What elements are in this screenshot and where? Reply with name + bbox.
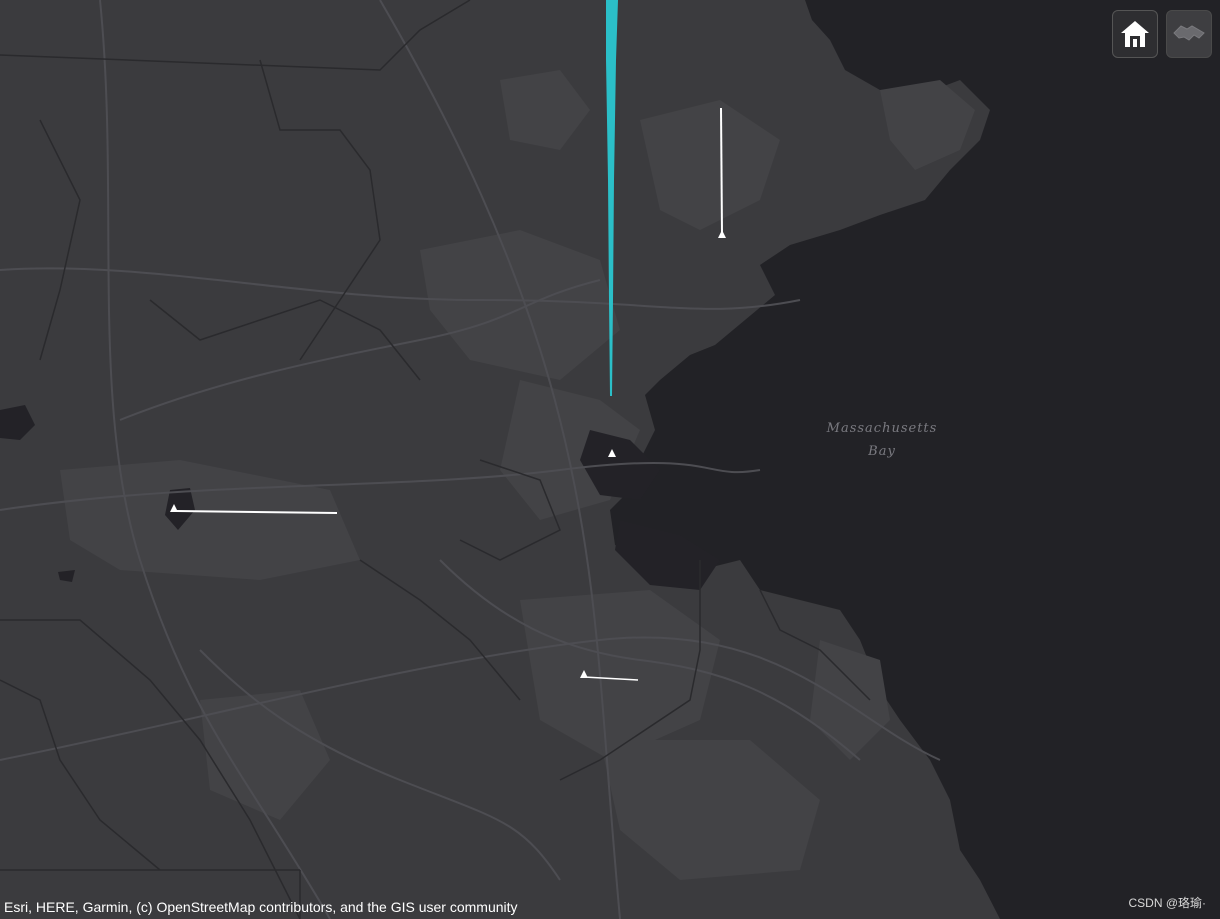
- map-view[interactable]: Massachusetts Bay Esri, HERE, Garmin, (c…: [0, 0, 1220, 919]
- watermark: CSDN @珞瑜·: [1128, 896, 1206, 910]
- water-body-label: Massachusetts: [826, 421, 938, 436]
- flow-line-north[interactable]: [720, 107, 723, 235]
- home-button[interactable]: [1112, 10, 1158, 58]
- handshake-icon: [1173, 25, 1205, 41]
- pan-button[interactable]: [1166, 10, 1212, 58]
- map-widgets: [1112, 10, 1212, 58]
- land-area: [0, 0, 1000, 919]
- water-body-label-2: Bay: [867, 444, 896, 459]
- basemap[interactable]: Massachusetts Bay: [0, 0, 1220, 919]
- home-icon: [1121, 21, 1149, 47]
- map-attribution: Esri, HERE, Garmin, (c) OpenStreetMap co…: [4, 899, 518, 915]
